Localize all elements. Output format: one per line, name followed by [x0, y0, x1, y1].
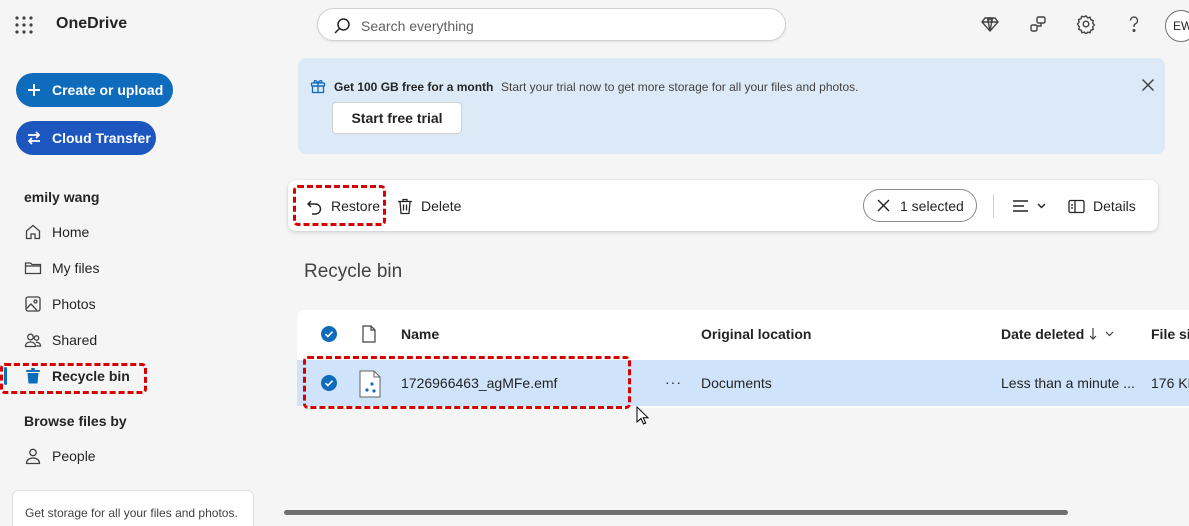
toolbar-divider — [993, 194, 994, 218]
transfer-arrows-icon — [26, 130, 42, 146]
sort-lines-icon — [1012, 198, 1046, 214]
horizontal-scrollbar[interactable] — [284, 510, 1068, 515]
sidebar-item-label: Shared — [52, 332, 98, 348]
file-row-highlight-box — [303, 356, 631, 409]
clear-selection-icon — [877, 199, 890, 212]
search-placeholder: Search everything — [361, 18, 474, 34]
sidebar-item-label: Photos — [52, 296, 96, 312]
sidebar-item-people[interactable]: People — [24, 445, 96, 467]
sidebar-item-label: My files — [52, 260, 100, 276]
banner-title: Get 100 GB free for a month — [334, 80, 494, 94]
create-or-upload-label: Create or upload — [52, 82, 164, 98]
account-name: emily wang — [24, 189, 100, 205]
cloud-transfer-button[interactable]: Cloud Transfer — [16, 121, 156, 155]
restore-highlight-box — [293, 185, 386, 226]
close-icon[interactable] — [1141, 78, 1155, 92]
sidebar-item-home[interactable]: Home — [24, 221, 89, 243]
promo-banner: Get 100 GB free for a month Start your t… — [298, 58, 1165, 154]
premium-diamond-icon[interactable] — [980, 14, 1000, 34]
settings-gear-icon[interactable] — [1076, 14, 1096, 34]
banner-description: Start your trial now to get more storage… — [501, 80, 859, 94]
original-location-cell: Documents — [701, 375, 772, 391]
column-size[interactable]: File size — [1151, 326, 1189, 342]
sidebar-item-photos[interactable]: Photos — [24, 293, 96, 315]
table-header: Name Original location Date deleted File… — [297, 310, 1189, 358]
file-size-cell: 176 KB — [1151, 375, 1189, 391]
column-original-location[interactable]: Original location — [701, 326, 811, 342]
details-button[interactable]: Details — [1068, 196, 1136, 216]
plus-icon — [26, 82, 42, 98]
file-type-icon — [362, 325, 376, 343]
home-icon — [24, 223, 42, 241]
app-launcher-icon[interactable] — [14, 15, 34, 35]
person-icon — [24, 447, 42, 465]
browse-section-title: Browse files by — [24, 413, 127, 429]
delete-label: Delete — [421, 198, 462, 214]
image-icon — [24, 295, 42, 313]
details-pane-icon — [1068, 199, 1085, 214]
details-label: Details — [1093, 198, 1136, 214]
people-icon — [24, 331, 42, 349]
delete-button[interactable]: Delete — [397, 196, 461, 216]
sidebar-item-label: Home — [52, 224, 90, 240]
column-name[interactable]: Name — [401, 326, 439, 342]
select-all-checkbox[interactable] — [321, 326, 337, 342]
help-icon[interactable] — [1124, 14, 1144, 34]
sort-view-button[interactable] — [1012, 196, 1046, 216]
column-date-deleted[interactable]: Date deleted — [1001, 326, 1084, 342]
start-free-trial-button[interactable]: Start free trial — [332, 102, 462, 134]
date-deleted-cell: Less than a minute ... — [1001, 375, 1135, 391]
delete-trash-icon — [397, 198, 413, 215]
search-icon — [333, 17, 351, 35]
create-or-upload-button[interactable]: Create or upload — [16, 73, 173, 107]
selection-count-label: 1 selected — [900, 197, 964, 214]
storage-promo-card[interactable]: Get storage for all your files and photo… — [12, 490, 254, 526]
gift-icon — [310, 78, 326, 94]
command-bar: Restore Delete 1 selected Details — [288, 180, 1158, 231]
sidebar-item-my-files[interactable]: My files — [24, 257, 99, 279]
mouse-cursor-icon — [636, 406, 650, 426]
sidebar-item-label: People — [52, 448, 96, 464]
app-title[interactable]: OneDrive — [56, 15, 127, 33]
share-hub-icon[interactable] — [1028, 14, 1048, 34]
more-actions-icon[interactable]: ··· — [665, 374, 682, 390]
storage-promo-text: Get storage for all your files and photo… — [25, 506, 238, 520]
page-title: Recycle bin — [304, 261, 403, 282]
avatar[interactable]: EW — [1165, 10, 1189, 42]
folder-icon — [24, 259, 42, 277]
sidebar-item-shared[interactable]: Shared — [24, 329, 97, 351]
sort-descending-icon — [1089, 327, 1117, 341]
selection-count-button[interactable]: 1 selected — [863, 189, 977, 222]
cloud-transfer-label: Cloud Transfer — [52, 130, 151, 146]
search-box[interactable]: Search everything — [317, 8, 786, 41]
recycle-bin-highlight-box — [0, 363, 147, 394]
